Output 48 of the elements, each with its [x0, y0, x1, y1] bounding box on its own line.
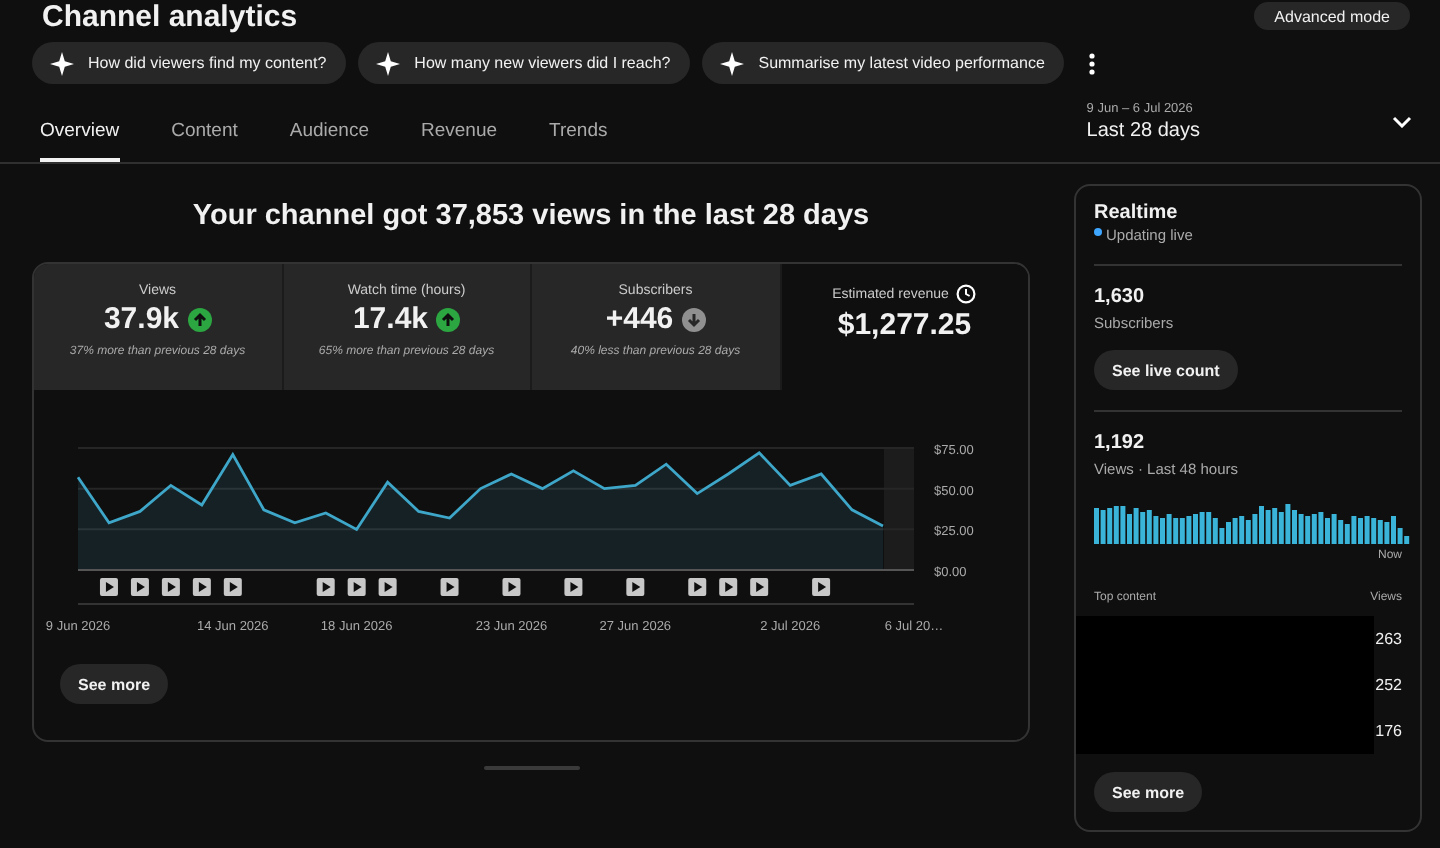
video-marker-icon — [378, 578, 397, 596]
video-marker-icon — [440, 578, 459, 596]
video-marker-icon — [719, 578, 738, 596]
video-marker-icon — [161, 578, 180, 596]
view-count-cell: 263 — [1375, 627, 1402, 651]
metric-value: 37.9k — [103, 302, 180, 336]
video-marker-icon — [192, 578, 211, 596]
video-marker-icon — [316, 578, 335, 596]
chevron-down-icon — [1392, 116, 1412, 128]
tab[interactable]: Trends — [549, 120, 608, 162]
scroll-handle[interactable] — [483, 766, 579, 770]
more-vertical-icon — [1088, 51, 1097, 75]
suggestion-chip[interactable]: How many new viewers did I reach? — [358, 42, 691, 84]
see-more-button[interactable]: See more — [1094, 772, 1203, 812]
view-count: 1,192 — [1094, 432, 1145, 454]
subscriber-count: 1,630 — [1094, 286, 1145, 308]
page-title: Channel analytics — [42, 0, 298, 34]
tab[interactable]: Revenue — [421, 120, 498, 162]
live-dot-icon — [1094, 227, 1102, 235]
suggestion-chip[interactable]: Summarise my latest video performance — [702, 42, 1065, 84]
metric-value: +446 — [605, 302, 674, 336]
video-marker-icon — [750, 578, 769, 596]
video-marker-icon — [688, 578, 707, 596]
view-count-cell: 252 — [1375, 673, 1402, 697]
headline: Your channel got 37,853 views in the last 28 days — [192, 200, 870, 232]
video-marker-icon — [130, 578, 149, 596]
tab[interactable]: Content — [171, 120, 238, 162]
suggestion-chip[interactable]: How did viewers find my content? — [32, 42, 347, 84]
tab[interactable]: Audience — [289, 120, 369, 162]
video-marker-icon — [223, 578, 242, 596]
video-marker-icon — [812, 578, 831, 596]
see-live-count-button[interactable]: See live count — [1094, 350, 1238, 390]
view-count-cell: 176 — [1375, 719, 1402, 743]
sparkle-icon — [376, 51, 401, 75]
video-marker-icon — [626, 578, 645, 596]
video-marker-icon — [99, 578, 118, 596]
see-more-button[interactable]: See more — [60, 664, 169, 704]
video-marker-icon — [502, 578, 521, 596]
tab[interactable]: Overview — [40, 120, 120, 162]
sparkle-icon — [50, 51, 74, 75]
date-range-label: Last 28 days — [1086, 120, 1200, 142]
sparkle-icon — [720, 51, 745, 75]
advanced-mode-button[interactable]: Advanced mode — [1254, 2, 1410, 30]
panel-title: Realtime — [1094, 202, 1178, 224]
metric-value: $1,277.25 — [837, 308, 972, 342]
metric-value: 17.4k — [352, 302, 429, 336]
video-marker-icon — [347, 578, 366, 596]
video-marker-icon — [564, 578, 583, 596]
